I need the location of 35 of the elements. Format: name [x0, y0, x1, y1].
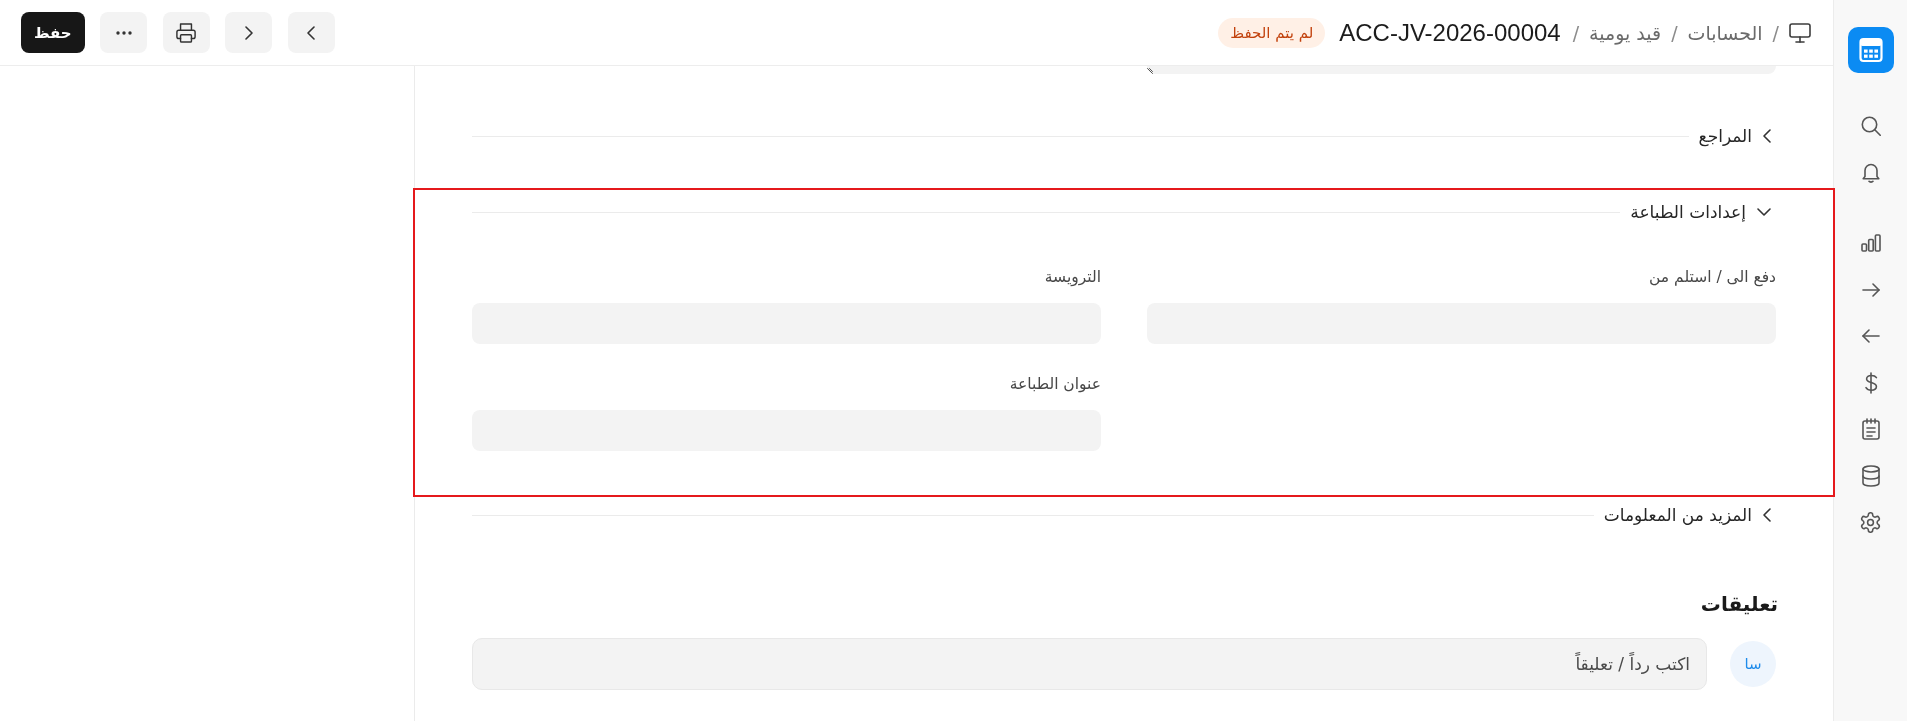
breadcrumb-separator: /	[1671, 21, 1678, 44]
breadcrumb-link[interactable]: الحسابات	[1687, 21, 1763, 44]
breadcrumb-link[interactable]: قيد يومية	[1589, 21, 1662, 44]
section-toggle[interactable]: إعدادات الطباعة	[1630, 199, 1776, 225]
user-avatar: سا	[1730, 641, 1776, 687]
comments-heading: تعليقات	[1700, 591, 1778, 618]
textarea-field[interactable]	[1147, 66, 1776, 74]
bell-icon[interactable]	[1861, 162, 1880, 184]
arrow-right-icon[interactable]	[1861, 282, 1880, 297]
field-label: الترويسة	[1044, 267, 1101, 287]
calculator-icon[interactable]	[1847, 27, 1894, 73]
comment-input[interactable]: اكتب رداً / تعليقاً	[472, 638, 1707, 690]
dollar-icon[interactable]	[1863, 371, 1878, 394]
section-toggle[interactable]: المراجع	[1698, 123, 1776, 149]
save-button[interactable]: حفظ	[21, 12, 85, 53]
ellipsis-icon	[115, 30, 132, 35]
section-toggle[interactable]: المزيد من المعلومات	[1603, 502, 1776, 528]
chevron-left-icon	[307, 25, 316, 40]
search-icon[interactable]	[1860, 116, 1881, 137]
chevron-right-icon	[244, 25, 253, 40]
breadcrumb-separator: /	[1572, 21, 1580, 44]
field-label: عنوان الطباعة	[1009, 374, 1101, 394]
printer-icon	[176, 22, 197, 43]
notepad-icon[interactable]	[1861, 418, 1880, 441]
settings-icon[interactable]	[1860, 511, 1881, 533]
breadcrumb-separator: /	[1772, 21, 1779, 44]
monitor-icon[interactable]	[1789, 22, 1811, 43]
arrow-left-icon[interactable]	[1861, 329, 1880, 344]
status-badge: لم يتم الحفظ	[1218, 17, 1326, 48]
field-label: دفع الى / استلم من	[1649, 267, 1776, 287]
resize-handle-icon[interactable]	[1147, 68, 1153, 74]
document-title: ACC-JV-2026-00004	[1339, 18, 1561, 47]
database-icon[interactable]	[1861, 464, 1880, 487]
bar-chart-icon[interactable]	[1860, 234, 1881, 253]
print-button[interactable]	[162, 12, 210, 53]
